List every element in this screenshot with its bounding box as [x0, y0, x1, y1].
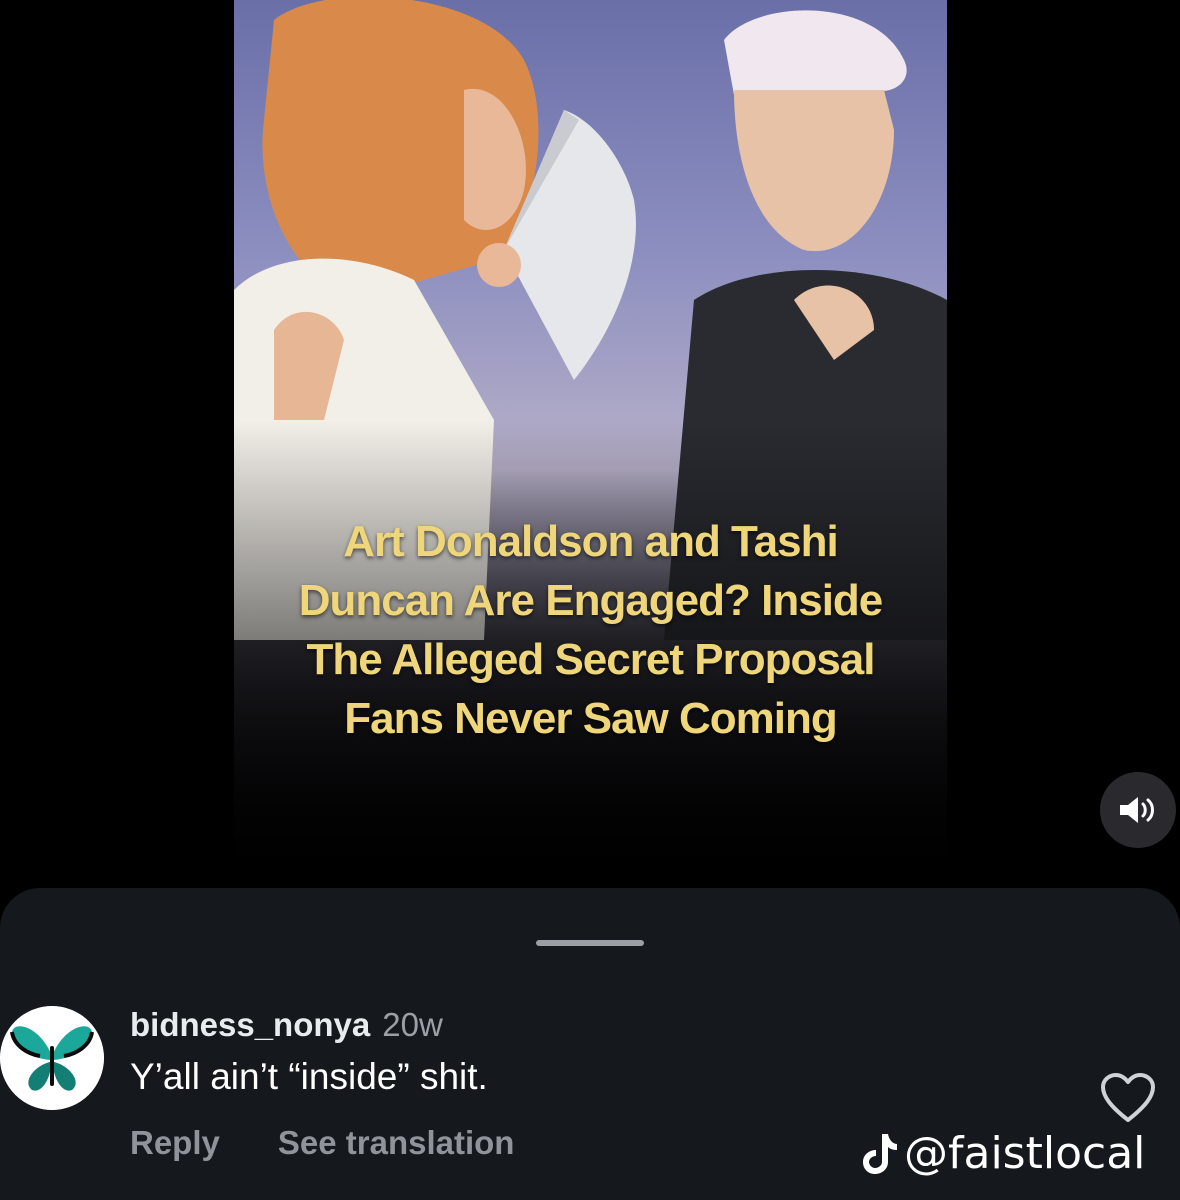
- heart-icon[interactable]: [1100, 1072, 1156, 1124]
- headline-line-4: Fans Never Saw Coming: [344, 694, 837, 743]
- headline-line-1: Art Donaldson and Tashi: [343, 517, 838, 566]
- see-translation-button[interactable]: See translation: [278, 1124, 515, 1162]
- watermark-handle: @faistlocal: [904, 1128, 1146, 1179]
- headline: Art Donaldson and Tashi Duncan Are Engag…: [234, 512, 947, 748]
- comment: bidness_nonya 20w Y’all ain’t “inside” s…: [130, 1006, 514, 1162]
- headline-line-2: Duncan Are Engaged? Inside: [298, 576, 884, 625]
- avatar[interactable]: [0, 1006, 104, 1110]
- butterfly-icon: [0, 1006, 104, 1110]
- video-player[interactable]: Art Donaldson and Tashi Duncan Are Engag…: [0, 0, 1180, 885]
- sheet-drag-handle[interactable]: [536, 940, 644, 946]
- reply-button[interactable]: Reply: [130, 1124, 220, 1162]
- comment-text: Y’all ain’t “inside” shit.: [130, 1056, 488, 1097]
- post-image: Art Donaldson and Tashi Duncan Are Engag…: [234, 0, 947, 855]
- headline-line-3: The Alleged Secret Proposal: [306, 635, 876, 684]
- mute-button[interactable]: [1100, 772, 1176, 848]
- tiktok-icon: [863, 1133, 897, 1174]
- comment-username[interactable]: bidness_nonya: [130, 1006, 370, 1044]
- tiktok-watermark: @faistlocal: [862, 1128, 1145, 1179]
- comment-age: 20w: [382, 1006, 443, 1043]
- speaker-icon: [1120, 797, 1154, 823]
